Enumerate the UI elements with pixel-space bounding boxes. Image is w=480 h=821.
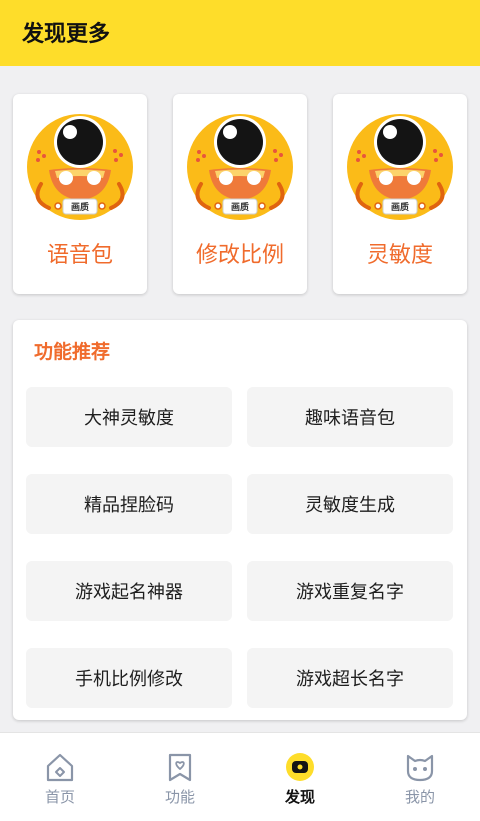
top-bar: 发现更多 — [0, 0, 480, 66]
card-label: 语音包 — [46, 243, 113, 268]
feature-panel-title: 功能推荐 — [34, 341, 111, 363]
feature-button[interactable]: 游戏重复名字 — [247, 561, 453, 621]
nav-item-mine[interactable]: 我的 — [360, 733, 480, 821]
card-voice-pack[interactable]: 画质 语音包 — [13, 94, 147, 294]
nav-label: 功能 — [164, 788, 195, 806]
card-label: 灵敏度 — [366, 243, 433, 268]
mascot-icon: 画质 — [27, 114, 133, 220]
mascot-icon: 画质 — [187, 114, 293, 220]
quick-cards: 画质 语音包 画质 修改比例 画质 灵敏度 — [0, 94, 480, 294]
nav-label: 首页 — [44, 788, 75, 806]
card-label: 修改比例 — [195, 243, 284, 268]
mascot-badge: 画质 — [71, 201, 89, 213]
card-sensitivity[interactable]: 画质 灵敏度 — [333, 94, 467, 294]
home-icon — [46, 753, 74, 782]
mascot-badge: 画质 — [391, 201, 409, 213]
feature-button[interactable]: 趣味语音包 — [247, 387, 453, 447]
card-modify-ratio[interactable]: 画质 修改比例 — [173, 94, 307, 294]
bookmark-heart-icon — [168, 753, 192, 782]
feature-button[interactable]: 游戏起名神器 — [26, 561, 232, 621]
nav-label: 我的 — [404, 788, 435, 806]
feature-button[interactable]: 游戏超长名字 — [247, 648, 453, 708]
mascot-icon: 画质 — [347, 114, 453, 220]
bottom-nav: 首页 功能 发现 我的 — [0, 732, 480, 821]
nav-item-features[interactable]: 功能 — [120, 733, 240, 821]
page-title: 发现更多 — [22, 22, 111, 47]
cat-face-icon — [406, 754, 434, 782]
feature-button[interactable]: 灵敏度生成 — [247, 474, 453, 534]
nav-label: 发现 — [284, 788, 315, 806]
nav-item-home[interactable]: 首页 — [0, 733, 120, 821]
feature-button[interactable]: 精品捏脸码 — [26, 474, 232, 534]
nav-item-discover[interactable]: 发现 — [240, 733, 360, 821]
mascot-badge: 画质 — [231, 201, 249, 213]
feature-button[interactable]: 手机比例修改 — [26, 648, 232, 708]
feature-panel: 功能推荐 大神灵敏度 趣味语音包 精品捏脸码 灵敏度生成 游戏起名神器 游戏重复… — [13, 320, 467, 720]
feature-button[interactable]: 大神灵敏度 — [26, 387, 232, 447]
discover-icon — [286, 753, 314, 781]
